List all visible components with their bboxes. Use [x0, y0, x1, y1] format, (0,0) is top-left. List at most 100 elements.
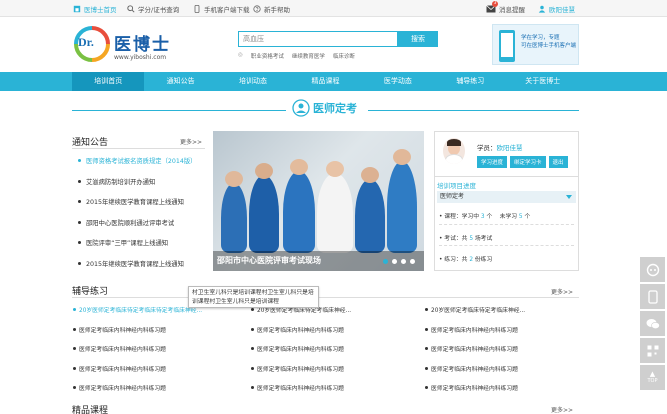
- site-logo[interactable]: Dr. 医博士 www.yiboshi.com: [72, 24, 192, 66]
- banner-photo-face: [255, 163, 273, 179]
- section-divider: [72, 110, 286, 111]
- list-item[interactable]: 医师定考临床内科神经内科练习题: [72, 364, 250, 384]
- list-item[interactable]: 2015年继续医学教育课程上线通知: [78, 259, 208, 280]
- hot-search-links: ◎ 职业资格考试 继续教育医学 临床诊断: [238, 52, 355, 60]
- qrcode-button[interactable]: [640, 338, 665, 363]
- headset-icon: [646, 263, 659, 276]
- nav-item-about[interactable]: 关于医博士: [507, 72, 579, 91]
- messages-link[interactable]: 3 消息提醒: [486, 1, 525, 14]
- back-to-top-button[interactable]: ▲ TOP: [640, 365, 665, 390]
- courses-more-link[interactable]: 更多>>: [551, 405, 573, 414]
- nav-item-training-news[interactable]: 培训动态: [217, 72, 289, 91]
- list-item[interactable]: 医师定考临床内科神经内科练习题: [424, 344, 579, 364]
- list-item[interactable]: 邵阳中心医院顺利通过评审考试: [78, 218, 208, 239]
- list-item[interactable]: 2015年继续医学教育课程上线通知: [78, 197, 208, 218]
- list-item[interactable]: 艾滋病防制培训开办通知: [78, 177, 208, 198]
- nav-item-exercise[interactable]: 辅导练习: [434, 72, 506, 91]
- wechat-icon: [646, 318, 660, 329]
- logo-brand: 医博士: [114, 35, 171, 55]
- practice-stat: • 练习：共 2 份练习: [439, 257, 493, 263]
- help-link[interactable]: 新手帮助: [253, 4, 290, 14]
- project-select[interactable]: 医师定考: [437, 191, 576, 203]
- banner-dot[interactable]: [392, 259, 397, 264]
- search-button[interactable]: 搜索: [398, 31, 438, 47]
- banner-dot[interactable]: [383, 259, 388, 264]
- list-item[interactable]: 医师定考临床内科神经内科练习题: [250, 344, 424, 364]
- app-promo-banner[interactable]: 学在学习，专题 可在医博士手机客户端: [492, 24, 579, 65]
- banner-dot[interactable]: [410, 259, 415, 264]
- student-actions: 学习进度 绑定学习卡 退出: [477, 156, 568, 168]
- section-title: 医师定考: [292, 99, 357, 117]
- notice-more-link[interactable]: 更多>>: [180, 137, 202, 146]
- search-icon: [127, 5, 135, 13]
- nav-item-medical-news[interactable]: 医学动态: [362, 72, 434, 91]
- hot-link[interactable]: 继续教育医学: [292, 52, 325, 60]
- list-item[interactable]: 医师定考临床内科神经内科练习题: [424, 364, 579, 384]
- hot-link[interactable]: 临床诊断: [333, 52, 355, 60]
- exercise-divider: [72, 297, 579, 298]
- list-item[interactable]: 医师定考临床内科神经内科练习题: [72, 325, 250, 345]
- banner-photo-figure: [355, 179, 385, 253]
- message-count-badge: 3: [492, 1, 498, 7]
- list-item[interactable]: 医师定考临床内科神经内科练习题: [250, 325, 424, 345]
- exam-stat: • 考试：共 5 场考试: [439, 236, 493, 242]
- exercise-list: 20岁医师定考临床待定考临床待定考临床神经... 20岁医师定考临床待定考临床神…: [72, 305, 579, 403]
- logo-dr: Dr.: [78, 35, 94, 49]
- panel-divider: [435, 176, 578, 177]
- student-name[interactable]: 欧阳佳慧: [497, 144, 523, 152]
- credit-query-link[interactable]: 学分/证书查询: [127, 4, 179, 14]
- banner-photo-face: [326, 161, 344, 177]
- user-link[interactable]: 欧阳佳慧: [538, 4, 575, 14]
- banner-dot[interactable]: [401, 259, 406, 264]
- list-item[interactable]: 医师定考临床内科神经内科练习题: [72, 383, 250, 403]
- progress-button[interactable]: 学习进度: [477, 156, 508, 168]
- exercise-tooltip: 村卫生室儿科只是培训课程村卫生室儿科只是培训课程村卫生室儿科只是培训课程: [188, 286, 319, 308]
- list-item[interactable]: 医师定考临床内科神经内科练习题: [250, 383, 424, 403]
- exercise-more-link[interactable]: 更多>>: [551, 287, 573, 296]
- list-item[interactable]: 医师定考临床内科神经内科练习题: [424, 325, 579, 345]
- qrcode-icon: [647, 345, 658, 356]
- promo-line-1: 学在学习，专题: [521, 35, 560, 41]
- chevron-down-icon: [566, 195, 572, 199]
- banner-photo-figure: [283, 171, 315, 253]
- app-download-link[interactable]: 手机客户端下载: [193, 4, 250, 14]
- list-item[interactable]: 医师定考临床内科神经内科练习题: [72, 344, 250, 364]
- bind-card-button[interactable]: 绑定学习卡: [510, 156, 546, 168]
- nav-item-courses[interactable]: 精品课程: [289, 72, 361, 91]
- service-button[interactable]: [640, 257, 665, 282]
- user-icon: [538, 5, 546, 13]
- hot-link[interactable]: 职业资格考试: [251, 52, 284, 60]
- promo-line-2: 可在医博士手机客户端: [521, 43, 577, 49]
- list-item[interactable]: 医师定考临床内科神经内科练习题: [250, 364, 424, 384]
- banner-photo-figure: [249, 175, 279, 253]
- banner-pagination: [383, 259, 415, 264]
- arrow-up-icon: ▲: [649, 370, 656, 378]
- help-icon: [253, 5, 261, 13]
- list-item[interactable]: 医院评审“三甲”课程上线通知: [78, 238, 208, 259]
- mail-icon: 3: [486, 1, 498, 13]
- photo-banner[interactable]: 邵阳市中心医院评审考试现场: [213, 131, 424, 271]
- phone-button[interactable]: [640, 284, 665, 309]
- dashed-divider: [439, 245, 574, 246]
- list-item[interactable]: 20岁医师定考临床待定考临床神经...: [424, 305, 579, 325]
- logo-url: www.yiboshi.com: [114, 54, 167, 61]
- list-item[interactable]: 医师资格考试报名资质规定（2014版）: [78, 156, 208, 177]
- nav-item-home[interactable]: 培训首页: [72, 72, 145, 91]
- notice-title: 通知公告: [72, 138, 109, 148]
- search-input[interactable]: [238, 31, 398, 47]
- progress-title: 培训项目进度: [437, 182, 476, 190]
- side-toolbar: ▲ TOP: [640, 257, 667, 392]
- banner-photo-face: [393, 149, 411, 165]
- main-nav: 培训首页 通知公告 培训动态 精品课程 医学动态 辅导练习 关于医博士: [0, 72, 667, 91]
- list-item[interactable]: 医师定考临床内科神经内科练习题: [424, 383, 579, 403]
- notice-list: 医师资格考试报名资质规定（2014版） 艾滋病防制培训开办通知 2015年继续医…: [78, 156, 208, 279]
- home-link[interactable]: 医博士首页: [73, 4, 117, 14]
- banner-photo-figure: [317, 173, 353, 253]
- logout-button[interactable]: 退出: [548, 156, 568, 168]
- wechat-button[interactable]: [640, 311, 665, 336]
- home-icon: [73, 5, 81, 13]
- nav-item-notice[interactable]: 通知公告: [144, 72, 216, 91]
- phone-icon: [647, 289, 658, 304]
- banner-photo-face: [361, 167, 379, 183]
- dashed-divider: [439, 224, 574, 225]
